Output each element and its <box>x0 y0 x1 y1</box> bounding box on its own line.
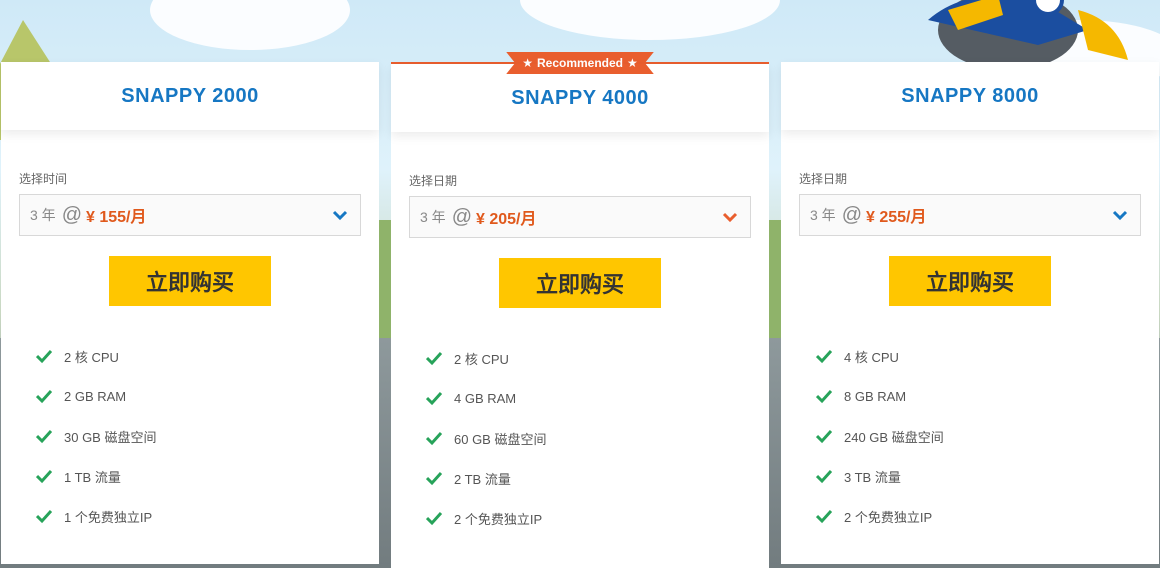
list-item: 1 个免费独立IP <box>36 496 379 536</box>
feature-text: 2 核 CPU <box>64 349 119 365</box>
period-label: 选择日期 <box>799 172 848 186</box>
buy-now-button[interactable]: 立即购买 <box>499 258 661 308</box>
buy-now-button[interactable]: 立即购买 <box>109 256 271 306</box>
list-item: 2 个免费独立IP <box>426 498 769 538</box>
feature-text: 4 核 CPU <box>844 349 899 365</box>
feature-list: 4 核 CPU 8 GB RAM 240 GB 磁盘空间 3 TB 流量 2 个… <box>816 336 1159 536</box>
plan-card-snappy-8000: SNAPPY 8000 选择日期 3 年 @ ¥ 255/月 立即购买 4 核 … <box>781 62 1159 564</box>
list-item: 60 GB 磁盘空间 <box>426 418 769 458</box>
price-value: ¥ 255/月 <box>866 209 927 226</box>
check-icon <box>36 349 52 364</box>
period-label: 选择日期 <box>409 174 458 188</box>
chevron-down-icon <box>332 210 348 221</box>
check-icon <box>36 429 52 444</box>
price-value: ¥ 155/月 <box>86 209 147 226</box>
list-item: 240 GB 磁盘空间 <box>816 416 1159 456</box>
check-icon <box>816 429 832 444</box>
period-years: 3 年 <box>30 207 56 223</box>
check-icon <box>816 509 832 524</box>
check-icon <box>426 471 442 486</box>
period-years: 3 年 <box>420 209 446 225</box>
list-item: 2 核 CPU <box>36 336 379 376</box>
list-item: 1 TB 流量 <box>36 456 379 496</box>
buy-now-button[interactable]: 立即购买 <box>889 256 1051 306</box>
chevron-down-icon <box>722 212 738 223</box>
check-icon <box>816 349 832 364</box>
check-icon <box>816 389 832 404</box>
period-years: 3 年 <box>810 207 836 223</box>
at-sign: @ <box>451 205 472 228</box>
feature-text: 1 个免费独立IP <box>64 509 153 525</box>
at-sign: @ <box>841 203 862 226</box>
list-item: 2 TB 流量 <box>426 458 769 498</box>
mascot-illustration <box>928 0 1128 62</box>
period-select[interactable]: 3 年 @ ¥ 205/月 <box>409 196 751 238</box>
feature-list: 2 核 CPU 2 GB RAM 30 GB 磁盘空间 1 TB 流量 1 个免… <box>36 336 379 536</box>
price-value: ¥ 205/月 <box>476 211 537 228</box>
check-icon <box>36 469 52 484</box>
list-item: 2 核 CPU <box>426 338 769 378</box>
feature-text: 60 GB 磁盘空间 <box>454 431 547 447</box>
plan-card-snappy-4000: ★ Recommended ★ SNAPPY 4000 选择日期 3 年 @ ¥… <box>391 52 769 568</box>
check-icon <box>426 351 442 366</box>
check-icon <box>36 509 52 524</box>
feature-text: 2 核 CPU <box>454 351 509 367</box>
period-select[interactable]: 3 年 @ ¥ 155/月 <box>19 194 361 236</box>
plan-header: SNAPPY 4000 <box>391 64 769 132</box>
list-item: 2 个免费独立IP <box>816 496 1159 536</box>
check-icon <box>426 391 442 406</box>
list-item: 3 TB 流量 <box>816 456 1159 496</box>
plan-header: SNAPPY 2000 <box>1 62 379 130</box>
feature-text: 2 个免费独立IP <box>454 511 543 527</box>
list-item: 30 GB 磁盘空间 <box>36 416 379 456</box>
feature-list: 2 核 CPU 4 GB RAM 60 GB 磁盘空间 2 TB 流量 2 个免… <box>426 338 769 538</box>
plan-name: SNAPPY 2000 <box>121 84 259 107</box>
feature-text: 240 GB 磁盘空间 <box>844 429 944 445</box>
check-icon <box>426 431 442 446</box>
list-item: 8 GB RAM <box>816 376 1159 416</box>
plan-card-snappy-2000: SNAPPY 2000 选择时间 3 年 @ ¥ 155/月 立即购买 2 核 … <box>1 62 379 564</box>
chevron-down-icon <box>1112 210 1128 221</box>
list-item: 4 GB RAM <box>426 378 769 418</box>
feature-text: 8 GB RAM <box>844 388 907 404</box>
feature-text: 2 TB 流量 <box>454 471 511 487</box>
feature-text: 4 GB RAM <box>454 390 517 406</box>
list-item: 4 核 CPU <box>816 336 1159 376</box>
period-label: 选择时间 <box>19 172 68 186</box>
feature-text: 3 TB 流量 <box>844 469 901 485</box>
feature-text: 2 GB RAM <box>64 388 127 404</box>
check-icon <box>426 511 442 526</box>
feature-text: 30 GB 磁盘空间 <box>64 429 157 445</box>
check-icon <box>36 389 52 404</box>
plan-name: SNAPPY 4000 <box>511 86 649 109</box>
at-sign: @ <box>61 203 82 226</box>
check-icon <box>816 469 832 484</box>
period-select[interactable]: 3 年 @ ¥ 255/月 <box>799 194 1141 236</box>
plan-name: SNAPPY 8000 <box>901 84 1039 107</box>
list-item: 2 GB RAM <box>36 376 379 416</box>
feature-text: 1 TB 流量 <box>64 469 121 485</box>
plan-header: SNAPPY 8000 <box>781 62 1159 130</box>
feature-text: 2 个免费独立IP <box>844 509 933 525</box>
